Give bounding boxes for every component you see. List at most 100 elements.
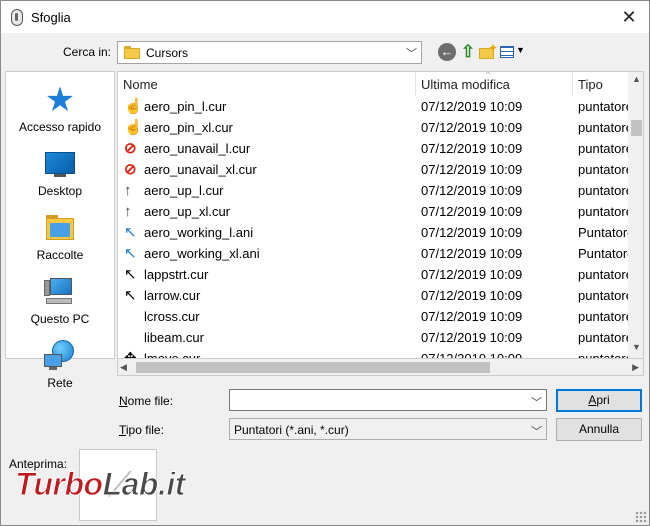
file-name: aero_up_xl.cur: [144, 204, 230, 219]
close-button[interactable]: ✕: [609, 1, 649, 33]
computer-icon: [44, 276, 76, 308]
file-type: puntatore: [578, 204, 628, 219]
file-name: larrow.cur: [144, 288, 201, 303]
file-modified: 07/12/2019 10:09: [421, 246, 523, 261]
chevron-down-icon[interactable]: ﹀: [531, 394, 542, 410]
file-name: aero_working_xl.ani: [144, 246, 260, 261]
cursor-file-icon: [124, 308, 142, 326]
file-type: puntatore: [578, 267, 628, 282]
place-quick-access[interactable]: ★ Accesso rapido: [6, 78, 114, 140]
new-folder-icon[interactable]: ✦: [478, 41, 498, 61]
scroll-up-icon[interactable]: ▲: [628, 74, 643, 88]
desktop-icon: [44, 148, 76, 180]
places-bar: ★ Accesso rapido Desktop Raccolte Questo…: [5, 71, 115, 390]
file-name: libeam.cur: [144, 330, 204, 345]
place-desktop[interactable]: Desktop: [6, 142, 114, 204]
horizontal-scrollbar[interactable]: ◀ ▶: [117, 359, 644, 376]
cursor-file-icon: [124, 329, 142, 347]
scroll-down-icon[interactable]: ▼: [628, 342, 643, 356]
file-modified: 07/12/2019 10:09: [421, 141, 523, 156]
file-type: puntatore: [578, 162, 628, 177]
look-in-label: Cerca in:: [63, 45, 112, 59]
file-name: aero_pin_xl.cur: [144, 120, 233, 135]
file-name: aero_pin_l.cur: [144, 99, 227, 114]
chevron-down-icon[interactable]: ﹀: [531, 423, 542, 439]
cancel-button[interactable]: Annulla: [556, 418, 642, 441]
file-row[interactable]: ↖ lappstrt.cur 07/12/2019 10:09 puntatore: [118, 264, 628, 285]
cursor-file-icon: ☝: [124, 119, 143, 136]
vertical-scrollbar[interactable]: ▲ ▼: [628, 72, 643, 358]
file-row[interactable]: ☝ aero_pin_l.cur 07/12/2019 10:09 puntatore: [118, 96, 628, 117]
up-folder-icon[interactable]: ⇧: [459, 43, 477, 61]
file-modified: 07/12/2019 10:09: [421, 330, 523, 345]
horizontal-scroll-thumb[interactable]: [136, 362, 490, 373]
file-row[interactable]: ✥ lmove.cur 07/12/2019 10:09 puntatore: [118, 348, 628, 359]
back-arrow-icon[interactable]: ←: [438, 43, 456, 61]
views-menu-icon[interactable]: ▼: [500, 43, 526, 61]
file-type: puntatore: [578, 330, 628, 345]
place-label: Rete: [47, 376, 73, 390]
file-row[interactable]: ⊘ aero_unavail_xl.cur 07/12/2019 10:09 punt…: [118, 159, 628, 180]
file-row[interactable]: ↑ aero_up_xl.cur 07/12/2019 10:09 puntatore: [118, 201, 628, 222]
file-type: puntatore: [578, 99, 628, 114]
libraries-icon: [44, 212, 76, 244]
place-network[interactable]: Rete: [6, 334, 114, 396]
file-name-input[interactable]: ﹀: [229, 389, 547, 411]
cursor-file-icon: ✥: [124, 350, 137, 359]
vertical-scroll-thumb[interactable]: [631, 120, 642, 136]
file-modified: 07/12/2019 10:09: [421, 204, 523, 219]
file-name-label: Nome file:: [119, 394, 174, 408]
file-open-dialog: Sfoglia ✕ Cerca in: Cursors ﹀ ← ⇧ ✦ ▼ ★ …: [0, 0, 650, 526]
file-type: puntatore: [578, 309, 628, 324]
place-libraries[interactable]: Raccolte: [6, 206, 114, 268]
look-in-dropdown[interactable]: Cursors ﹀: [117, 41, 422, 64]
file-row[interactable]: ↑ aero_up_l.cur 07/12/2019 10:09 puntatore: [118, 180, 628, 201]
file-row[interactable]: ↖ larrow.cur 07/12/2019 10:09 puntatore: [118, 285, 628, 306]
file-list: ^ Nome Ultima modifica Tipo ☝ aero_pin_l.…: [117, 71, 644, 359]
scroll-left-icon[interactable]: ◀: [120, 362, 127, 373]
cursor-file-icon: ↖: [124, 224, 137, 241]
cursor-file-icon: ↖: [124, 287, 137, 304]
place-label: Accesso rapido: [18, 120, 102, 134]
chevron-down-icon[interactable]: ﹀: [406, 45, 417, 61]
scroll-right-icon[interactable]: ▶: [632, 362, 639, 373]
place-this-pc[interactable]: Questo PC: [6, 270, 114, 332]
place-label: Desktop: [37, 184, 83, 198]
file-row[interactable]: ☝ aero_pin_xl.cur 07/12/2019 10:09 puntator…: [118, 117, 628, 138]
file-name: lmove.cur: [144, 351, 201, 359]
file-type-dropdown[interactable]: Puntatori (*.ani, *.cur) ﹀: [229, 418, 547, 440]
open-button[interactable]: Apri: [556, 389, 642, 412]
file-row[interactable]: ↖ aero_working_l.ani 07/12/2019 10:09 Punta…: [118, 222, 628, 243]
column-header-modified[interactable]: Ultima modifica: [416, 72, 573, 96]
cursor-file-icon: ↑: [124, 203, 132, 220]
file-type: puntatore: [578, 120, 628, 135]
file-modified: 07/12/2019 10:09: [421, 99, 523, 114]
column-header-type[interactable]: Tipo: [573, 72, 633, 96]
file-type: Puntatore: [578, 225, 628, 240]
column-header-name[interactable]: Nome: [118, 72, 416, 96]
file-modified: 07/12/2019 10:09: [421, 225, 523, 240]
file-row[interactable]: libeam.cur 07/12/2019 10:09 puntatore: [118, 327, 628, 348]
file-type-label: Tipo file:: [119, 423, 164, 437]
file-modified: 07/12/2019 10:09: [421, 288, 523, 303]
title-bar: Sfoglia ✕: [1, 1, 649, 33]
cursor-file-icon: ↖: [124, 245, 137, 262]
file-type: puntatore: [578, 183, 628, 198]
file-modified: 07/12/2019 10:09: [421, 267, 523, 282]
file-name: aero_up_l.cur: [144, 183, 224, 198]
file-row[interactable]: ⊘ aero_unavail_l.cur 07/12/2019 10:09 punta…: [118, 138, 628, 159]
file-modified: 07/12/2019 10:09: [421, 120, 523, 135]
file-modified: 07/12/2019 10:09: [421, 309, 523, 324]
file-name: lappstrt.cur: [144, 267, 209, 282]
file-type-value: Puntatori (*.ani, *.cur): [234, 423, 349, 437]
resize-grip[interactable]: [635, 511, 647, 523]
file-name: aero_working_l.ani: [144, 225, 254, 240]
file-modified: 07/12/2019 10:09: [421, 351, 523, 359]
cursor-file-icon: ⊘: [124, 161, 137, 178]
file-type: Puntatore: [578, 246, 628, 261]
file-row[interactable]: lcross.cur 07/12/2019 10:09 puntatore: [118, 306, 628, 327]
file-modified: 07/12/2019 10:09: [421, 183, 523, 198]
file-row[interactable]: ↖ aero_working_xl.ani 07/12/2019 10:09 Punt…: [118, 243, 628, 264]
file-type: puntatore: [578, 288, 628, 303]
watermark-logo: TurboLab.it: [15, 466, 186, 503]
